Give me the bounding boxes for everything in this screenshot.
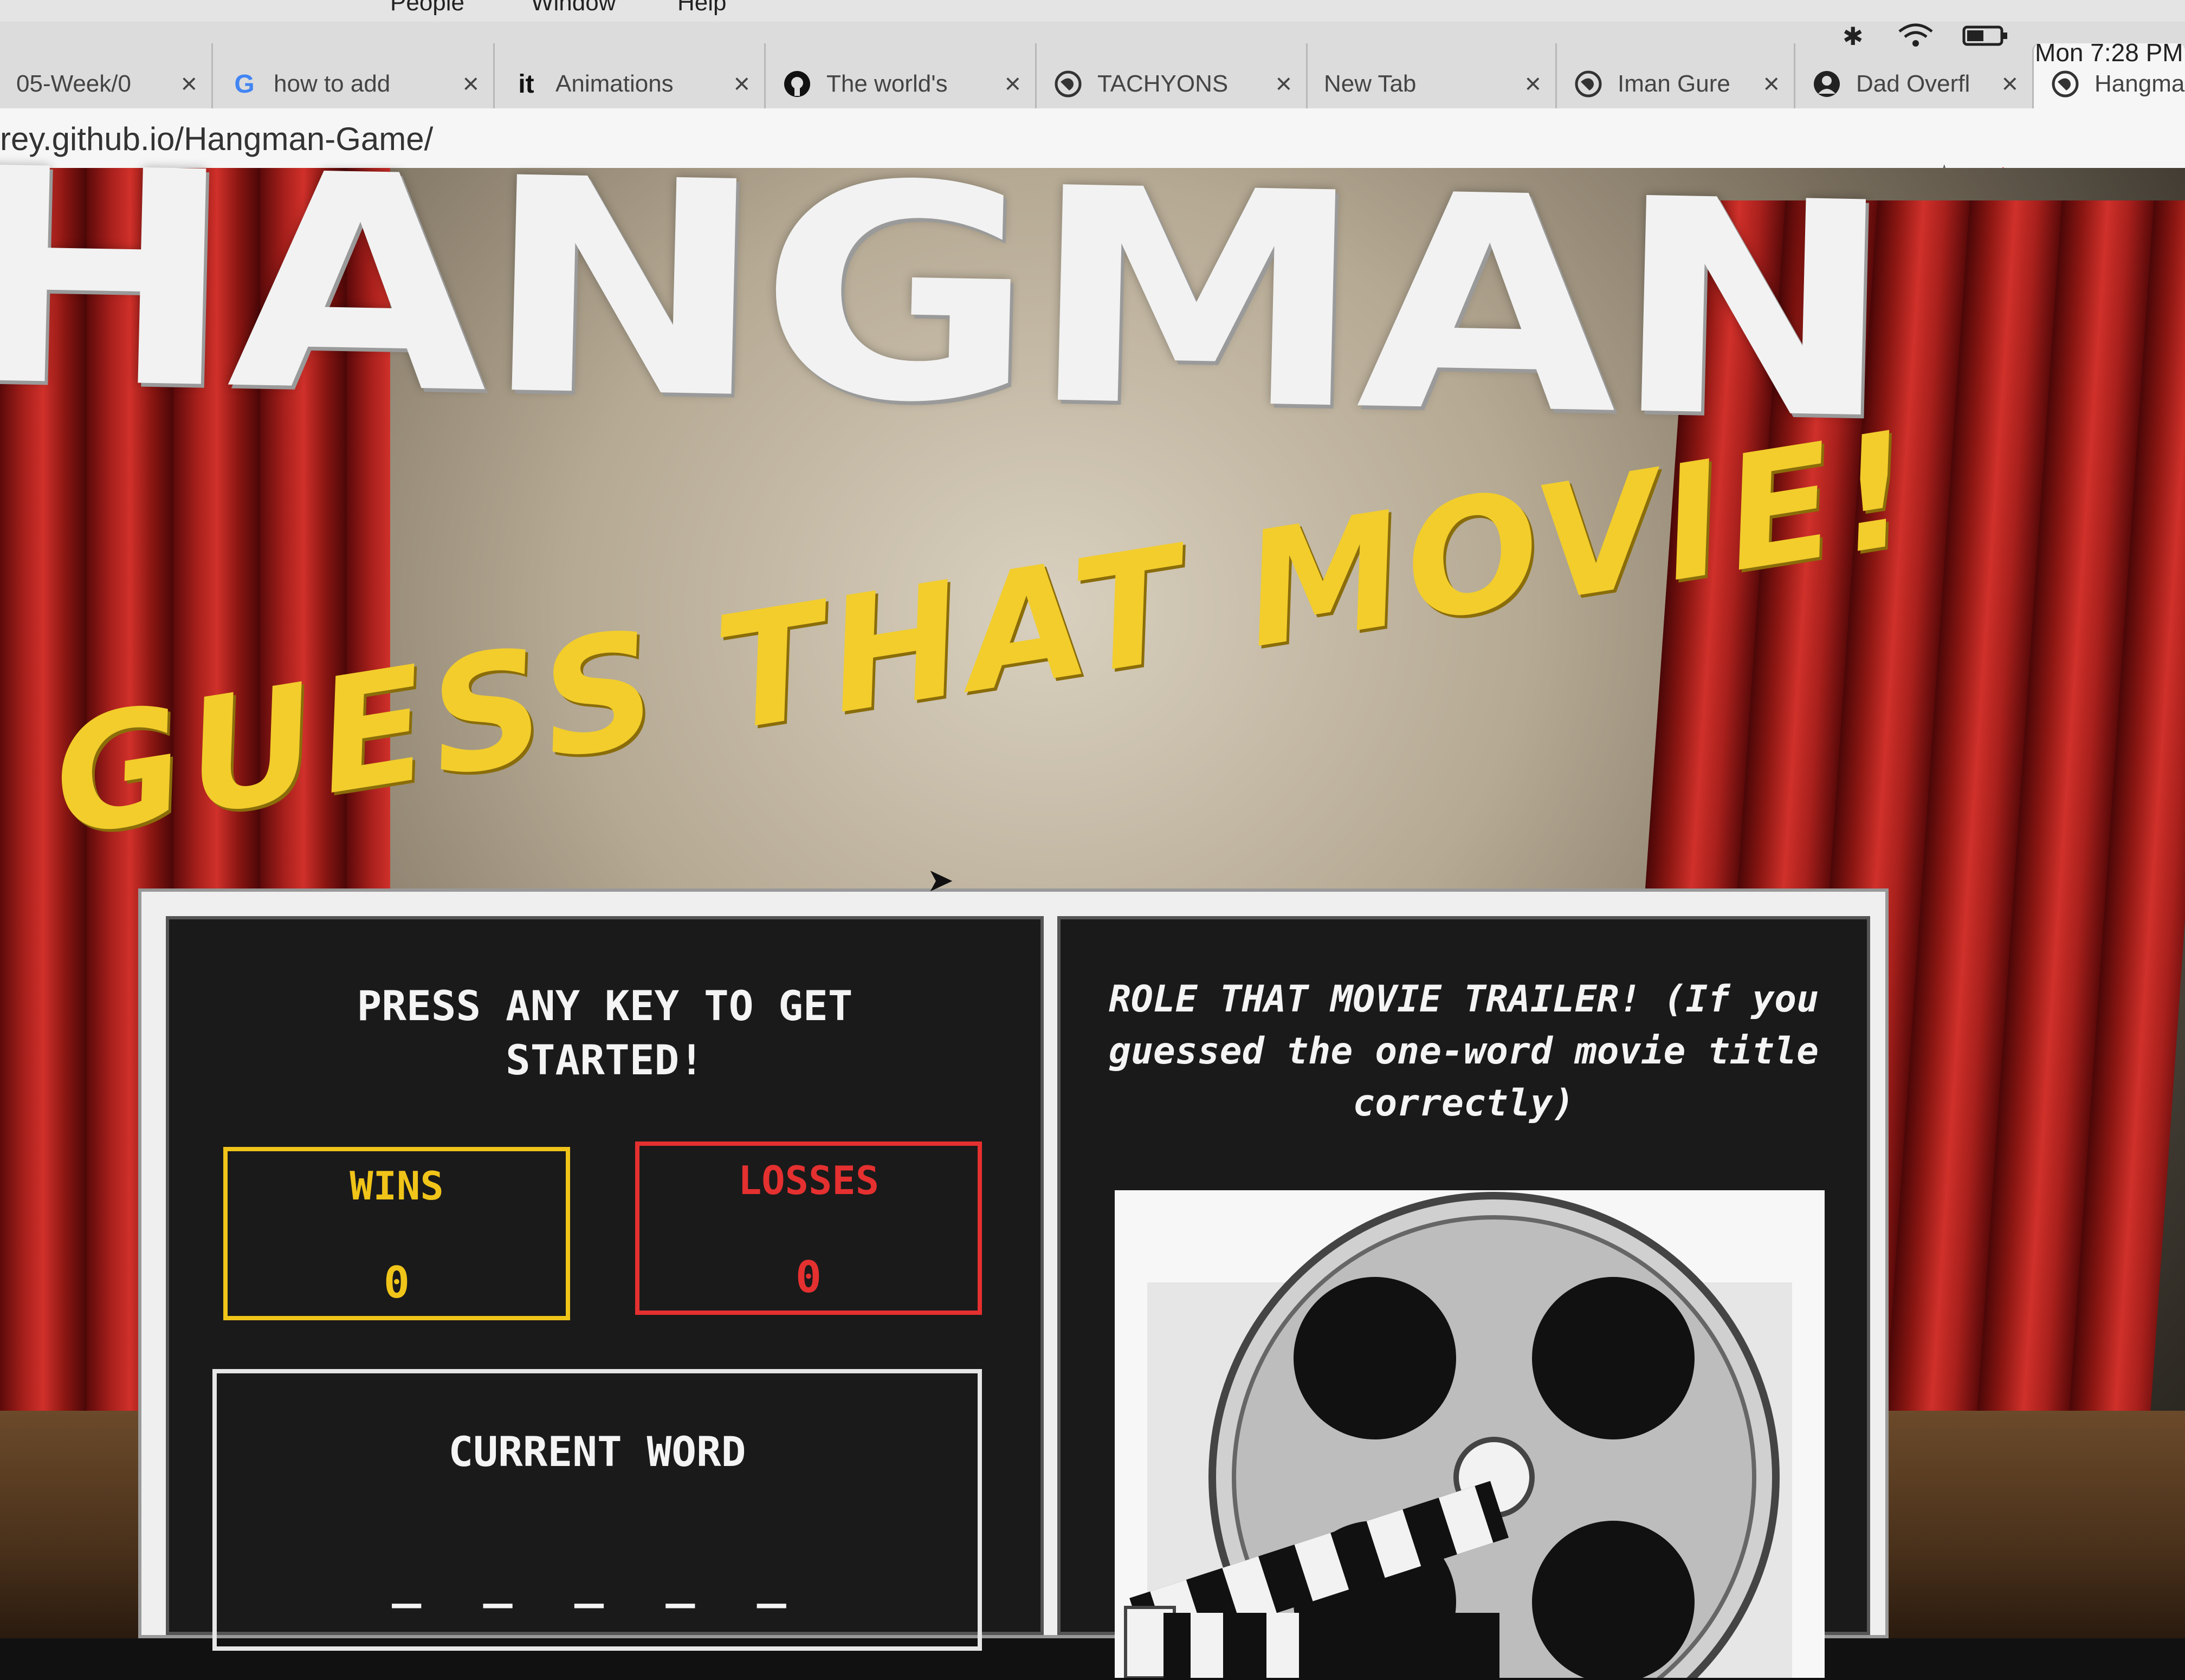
tab-label: how to add <box>274 70 391 97</box>
battery-icon[interactable] <box>1962 22 2011 55</box>
tab-label: The world's <box>826 70 948 97</box>
losses-count: 0 <box>795 1252 822 1302</box>
losses-box: LOSSES 0 <box>635 1141 982 1315</box>
tab-label: New Tab <box>1324 70 1417 97</box>
close-icon[interactable]: × <box>1262 68 1306 100</box>
tab-label: Hangma <box>2095 70 2185 97</box>
wins-label: WINS <box>350 1163 444 1209</box>
tab-label: Iman Gure <box>1618 70 1730 97</box>
current-word-blanks: _ _ _ _ _ <box>392 1552 803 1608</box>
globe-icon <box>2050 69 2080 99</box>
current-word-box: CURRENT WORD _ _ _ _ _ <box>212 1369 982 1651</box>
trailer-pane: ROLE THAT MOVIE TRAILER! (If you guessed… <box>1057 916 1870 1680</box>
macos-menu-bar: People Window Help <box>0 0 2185 22</box>
close-icon[interactable]: × <box>991 68 1035 100</box>
globe-icon <box>1053 69 1083 99</box>
page-title: HANGMAN <box>0 106 1893 485</box>
github-icon <box>782 69 812 99</box>
close-icon[interactable]: × <box>167 68 211 100</box>
globe-icon <box>1573 69 1604 99</box>
game-panel: PRESS ANY KEY TO GET STARTED! WINS 0 LOS… <box>138 888 1889 1680</box>
wins-count: 0 <box>383 1257 410 1308</box>
avatar-icon <box>1812 69 1842 99</box>
mouse-cursor-icon: ➤ <box>927 861 954 899</box>
close-icon[interactable]: × <box>1749 68 1794 100</box>
menu-window[interactable]: Window <box>531 0 616 16</box>
trailer-heading: ROLE THAT MOVIE TRAILER! (If you guessed… <box>1108 978 1819 1125</box>
it-icon: it <box>518 69 534 99</box>
menu-bar-clock[interactable]: Mon 7:28 PM <box>2035 38 2183 67</box>
tab-label: Dad Overfl <box>1856 70 1970 97</box>
current-word-label: CURRENT WORD <box>448 1428 746 1476</box>
film-reel-image <box>1115 1190 1825 1680</box>
close-icon[interactable]: × <box>1511 68 1555 100</box>
film-reel-icon <box>1124 1192 1792 1680</box>
menu-people[interactable]: People <box>390 0 464 16</box>
close-icon[interactable]: × <box>1988 68 2032 100</box>
google-icon: G <box>234 69 255 99</box>
losses-label: LOSSES <box>738 1158 880 1203</box>
close-icon[interactable]: × <box>449 68 493 100</box>
tab-label: TACHYONS <box>1097 70 1229 97</box>
wifi-icon[interactable] <box>1897 22 1935 55</box>
start-prompt: PRESS ANY KEY TO GET STARTED! <box>357 982 853 1084</box>
bluetooth-icon[interactable]: ✱ <box>1843 22 1864 51</box>
tab-label: Animations <box>555 70 674 97</box>
wins-box: WINS 0 <box>223 1147 570 1320</box>
tab-label: 05-Week/0 <box>16 70 131 97</box>
close-icon[interactable]: × <box>720 68 764 100</box>
game-pane: PRESS ANY KEY TO GET STARTED! WINS 0 LOS… <box>166 916 1044 1651</box>
menu-help[interactable]: Help <box>677 0 727 16</box>
